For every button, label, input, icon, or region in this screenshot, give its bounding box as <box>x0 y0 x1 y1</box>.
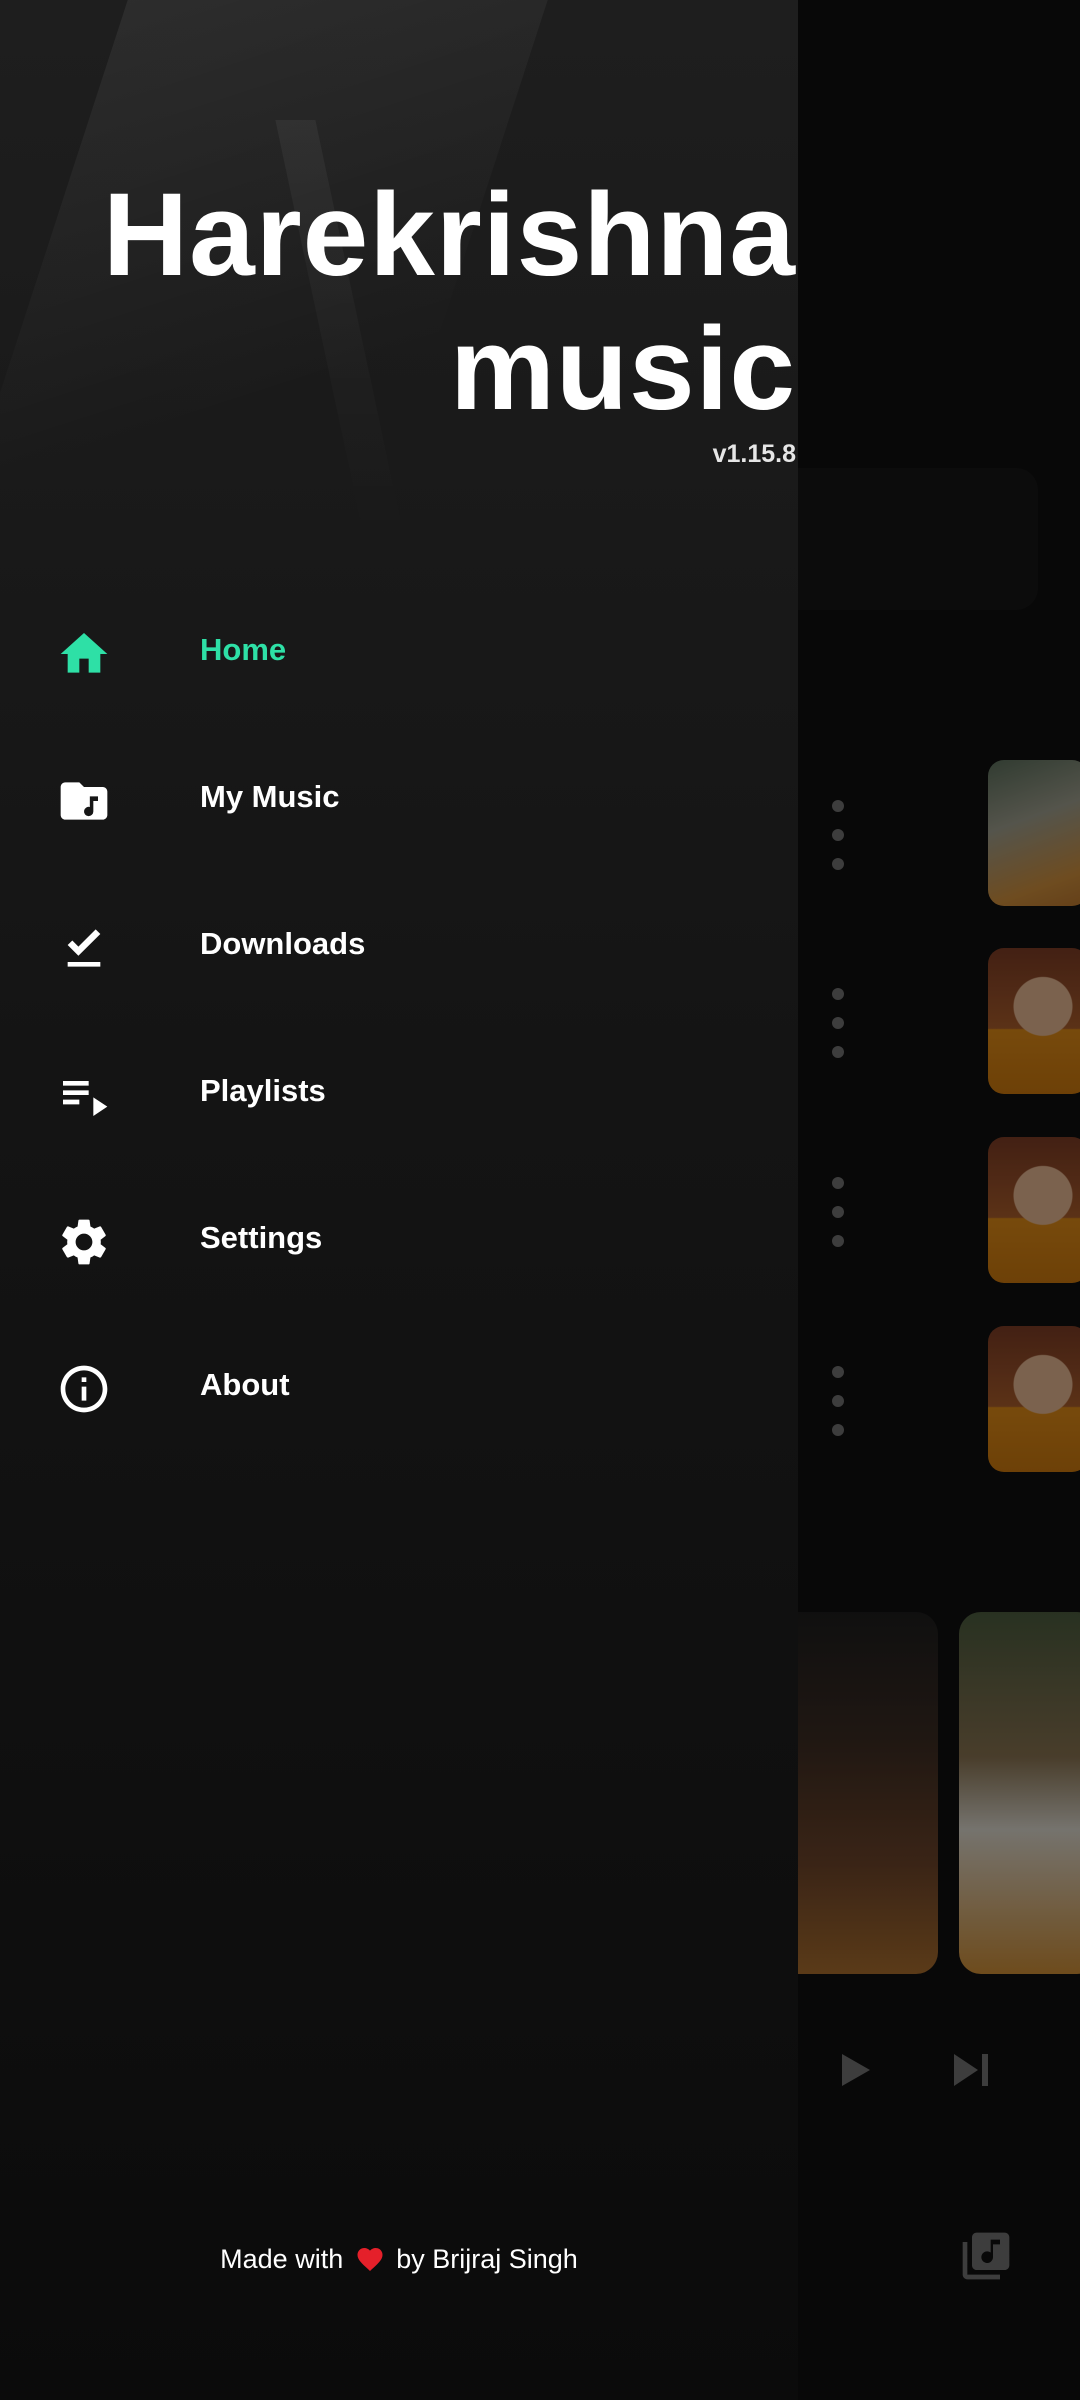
heart-icon <box>355 2244 385 2272</box>
nav-item-label: Downloads <box>200 926 366 961</box>
navigation-drawer: Harekrishnamusic v1.15.8 Home My Music D… <box>0 0 798 2400</box>
footer-suffix: by Brijraj Singh <box>396 2244 578 2274</box>
nav-item-downloads[interactable]: Downloads <box>0 874 798 1021</box>
nav-item-playlists[interactable]: Playlists <box>0 1021 798 1168</box>
nav-item-my-music[interactable]: My Music <box>0 727 798 874</box>
music-folder-icon <box>56 773 112 829</box>
playlist-play-icon <box>56 1067 112 1123</box>
home-icon <box>56 626 112 682</box>
drawer-footer: Made with by Brijraj Singh <box>0 2244 798 2275</box>
nav-item-label: About <box>200 1367 290 1402</box>
nav-item-label: Home <box>200 632 287 667</box>
drawer-header: Harekrishnamusic v1.15.8 <box>0 0 798 520</box>
info-icon <box>56 1361 112 1417</box>
drawer-nav: Home My Music Downloads Playlists Settin… <box>0 580 798 1462</box>
app-version: v1.15.8 <box>712 440 796 468</box>
nav-item-label: Playlists <box>200 1073 326 1108</box>
footer-prefix: Made with <box>220 2244 344 2274</box>
app-title: Harekrishnamusic <box>102 169 796 435</box>
download-done-icon <box>56 920 112 976</box>
nav-item-about[interactable]: About <box>0 1315 798 1462</box>
nav-item-label: My Music <box>200 779 340 814</box>
nav-item-settings[interactable]: Settings <box>0 1168 798 1315</box>
screen: Harekrishnamusic v1.15.8 Home My Music D… <box>0 0 1080 2400</box>
settings-gear-icon <box>56 1214 112 1270</box>
nav-item-home[interactable]: Home <box>0 580 798 727</box>
nav-item-label: Settings <box>200 1220 323 1255</box>
